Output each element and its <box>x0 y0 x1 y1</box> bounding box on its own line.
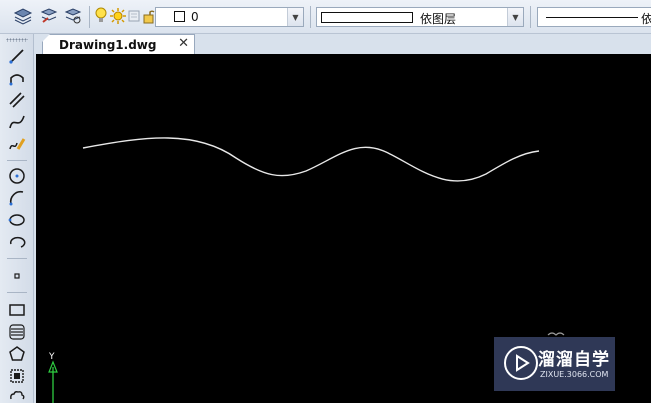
color-label: 依图层 <box>420 12 457 26</box>
toolbar-separator <box>530 6 531 28</box>
watermark-url: ZIXUE.3066.COM <box>540 370 609 379</box>
watermark: 溜溜自学 ZIXUE.3066.COM <box>494 337 615 391</box>
watermark-title: 溜溜自学 <box>538 350 610 370</box>
toolbar-separator <box>7 292 27 293</box>
arc-tool-icon[interactable] <box>6 188 28 208</box>
layer-manager-icon[interactable] <box>12 5 34 27</box>
draw-toolbar <box>0 34 34 403</box>
close-icon[interactable]: ✕ <box>178 36 189 51</box>
region-tool-icon[interactable] <box>6 366 28 386</box>
line-tool-icon[interactable] <box>6 46 28 66</box>
layer-dropdown[interactable]: 0 ▼ <box>155 7 304 27</box>
cad-app: 0 ▼ 依图层 ▼ 依 Drawing1.dwg ✕ Y 溜溜自学 ZIXUE.… <box>0 0 651 403</box>
linetype-label: 依 <box>641 12 651 26</box>
rectangle-tool-icon[interactable] <box>6 300 28 320</box>
layer-match-icon[interactable] <box>62 5 84 27</box>
layer-thaw-sun-icon[interactable] <box>110 5 126 27</box>
polyline-tool-icon[interactable] <box>6 68 28 88</box>
ellipse-tool-icon[interactable] <box>6 210 28 230</box>
toolbar-separator <box>7 258 27 259</box>
ucs-y-label: Y <box>48 352 55 362</box>
toolbar-separator <box>310 6 311 28</box>
toolbar-grip[interactable] <box>6 38 28 42</box>
tab-title: Drawing1.dwg <box>59 38 157 52</box>
hatch-tool-icon[interactable] <box>6 322 28 342</box>
polygon-tool-icon[interactable] <box>6 344 28 364</box>
chevron-down-icon[interactable]: ▼ <box>507 8 523 26</box>
layer-color-swatch <box>174 11 185 22</box>
layer-on-bulb-icon[interactable] <box>94 5 108 27</box>
multiline-tool-icon[interactable] <box>6 90 28 110</box>
layer-name: 0 <box>191 10 199 24</box>
top-toolbar: 0 ▼ 依图层 ▼ 依 <box>0 0 651 34</box>
play-logo-icon <box>504 346 538 380</box>
toolbar-separator <box>7 160 27 161</box>
linetype-preview <box>546 17 638 18</box>
point-tool-icon[interactable] <box>6 266 28 286</box>
ellipse-arc-tool-icon[interactable] <box>6 232 28 252</box>
cursor-fragment <box>547 332 565 336</box>
color-dropdown[interactable]: 依图层 ▼ <box>316 7 524 27</box>
chevron-down-icon[interactable]: ▼ <box>287 8 303 26</box>
linetype-dropdown[interactable]: 依 <box>537 7 651 27</box>
document-tab-bar: Drawing1.dwg ✕ <box>34 34 651 54</box>
ucs-icon: Y <box>48 352 58 403</box>
freehand-sketch-icon[interactable] <box>6 134 28 154</box>
tab-drawing1[interactable]: Drawing1.dwg ✕ <box>42 34 195 54</box>
toolbar-separator <box>89 6 90 28</box>
color-swatch <box>321 12 413 23</box>
viewport-freeze-icon[interactable] <box>127 5 141 27</box>
circle-tool-icon[interactable] <box>6 166 28 186</box>
spline-curve[interactable] <box>82 137 540 182</box>
revision-cloud-icon[interactable] <box>6 386 28 403</box>
layer-previous-icon[interactable] <box>38 5 60 27</box>
layer-lock-icon[interactable] <box>142 5 156 27</box>
spline-tool-icon[interactable] <box>6 112 28 132</box>
